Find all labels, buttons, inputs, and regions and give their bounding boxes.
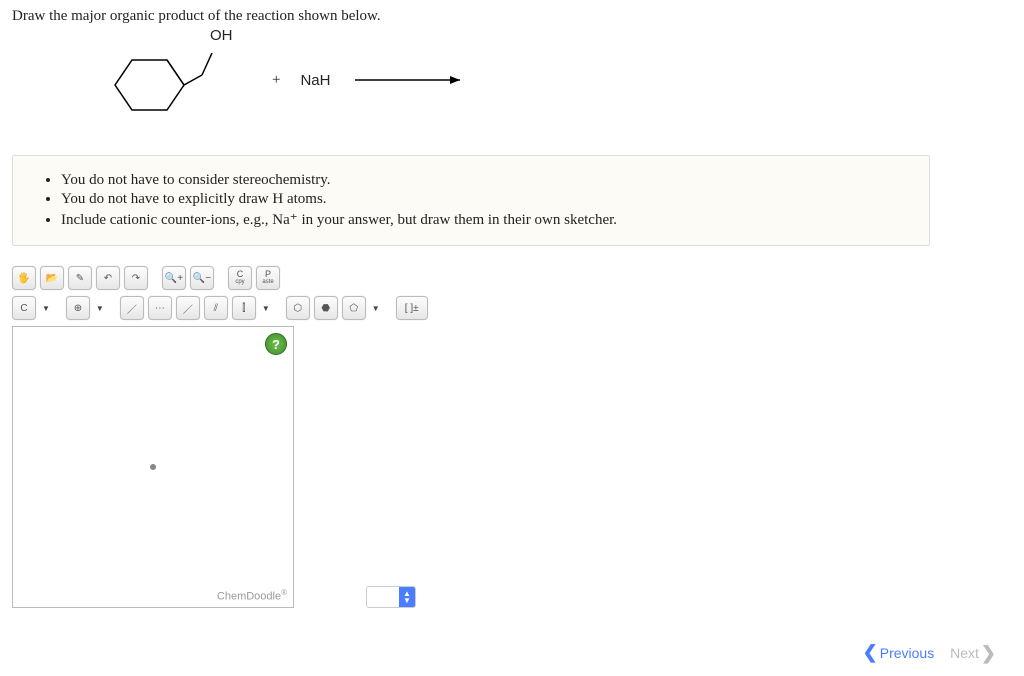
wavy-icon: ⫿ [242, 303, 245, 314]
stepper-arrows[interactable]: ▲ ▼ [399, 587, 415, 607]
drawing-canvas[interactable]: ? ChemDoodle® [12, 326, 294, 608]
single-bond-button[interactable]: ／ [120, 296, 144, 320]
bond-dropdown-caret[interactable]: ▼ [260, 304, 272, 313]
sketcher: 🖐 📂 ✎ ↶ ↷ 🔍+ 🔍− C cpy P aste C ▼ ⊕ ▼ ／ ⋯… [12, 266, 1012, 608]
stepper-input[interactable] [367, 587, 399, 607]
reaction-scheme: OH + NaH [102, 35, 1012, 125]
pentagon-ring-button[interactable]: ⬠ [342, 296, 366, 320]
chevron-down-icon: ▼ [403, 597, 411, 604]
wedge-icon: ／ [183, 301, 193, 316]
hand-tool-button[interactable]: 🖐 [12, 266, 36, 290]
instruction-item: You do not have to explicitly draw H ato… [61, 191, 911, 208]
zoom-in-icon: 🔍+ [165, 273, 183, 284]
wavy-bond-button[interactable]: ⫿ [232, 296, 256, 320]
paste-sub: aste [262, 278, 273, 286]
previous-button[interactable]: ❮ Previous [857, 638, 941, 667]
brackets-charge-button[interactable]: [ ]± [396, 296, 428, 320]
next-label: Next [950, 645, 979, 661]
instructions-panel: You do not have to consider stereochemis… [12, 155, 930, 246]
oh-label: OH [210, 27, 233, 44]
dash-bond-icon: ⋯ [155, 303, 165, 314]
hash-bond-button[interactable]: ⫽ [204, 296, 228, 320]
bond-icon: ／ [127, 301, 137, 316]
chemdoodle-brand: ChemDoodle® [217, 588, 287, 603]
copy-label: C [237, 270, 244, 278]
canvas-start-dot [150, 464, 156, 470]
hexagon-icon: ⬡ [293, 303, 302, 314]
hash-icon: ⫽ [214, 303, 218, 314]
pencil-icon: ✎ [76, 273, 84, 284]
previous-label: Previous [880, 645, 934, 661]
pentagon-icon: ⬠ [349, 303, 358, 314]
element-dropdown-caret[interactable]: ▼ [40, 304, 52, 313]
zoom-in-button[interactable]: 🔍+ [162, 266, 186, 290]
toolbar-top: 🖐 📂 ✎ ↶ ↷ 🔍+ 🔍− C cpy P aste [12, 266, 1012, 290]
charge-dropdown-caret[interactable]: ▼ [94, 304, 106, 313]
chevron-right-icon: ❯ [981, 643, 996, 664]
undo-icon: ↶ [104, 273, 112, 284]
instruction-item: You do not have to consider stereochemis… [61, 172, 911, 189]
plus-sign: + [272, 72, 280, 89]
wedge-bond-button[interactable]: ／ [176, 296, 200, 320]
open-tool-button[interactable]: 📂 [40, 266, 64, 290]
carbon-label: C [20, 303, 27, 314]
zoom-out-icon: 🔍− [193, 273, 211, 284]
ring-dropdown-caret[interactable]: ▼ [370, 304, 382, 313]
copy-button[interactable]: C cpy [228, 266, 252, 290]
charge-icon: ⊕ [74, 303, 82, 314]
paste-button[interactable]: P aste [256, 266, 280, 290]
benzene-icon: ⬣ [321, 303, 330, 314]
paste-label: P [265, 270, 271, 278]
sketcher-count-stepper[interactable]: ▲ ▼ [366, 586, 416, 608]
charge-button[interactable]: ⊕ [66, 296, 90, 320]
redo-icon: ↷ [132, 273, 140, 284]
benzene-ring-button[interactable]: ⬣ [314, 296, 338, 320]
copy-sub: cpy [235, 278, 244, 286]
undo-button[interactable]: ↶ [96, 266, 120, 290]
hexagon-ring-button[interactable]: ⬡ [286, 296, 310, 320]
nav-footer: ❮ Previous Next ❯ [12, 638, 1012, 668]
instruction-item: Include cationic counter-ions, e.g., Na⁺… [61, 210, 911, 229]
reaction-arrow [350, 70, 470, 90]
chevron-left-icon: ❮ [863, 642, 878, 663]
pencil-tool-button[interactable]: ✎ [68, 266, 92, 290]
toolbar-bottom: C ▼ ⊕ ▼ ／ ⋯ ／ ⫽ ⫿ ▼ ⬡ ⬣ ⬠ ▼ [ ]± [12, 296, 1012, 320]
folder-icon: 📂 [46, 273, 58, 284]
help-button[interactable]: ? [265, 333, 287, 355]
starting-material: OH [102, 35, 192, 125]
dashed-bond-button[interactable]: ⋯ [148, 296, 172, 320]
next-button[interactable]: Next ❯ [944, 639, 1002, 668]
hand-icon: 🖐 [18, 273, 30, 284]
reagent-label: NaH [300, 72, 330, 89]
zoom-out-button[interactable]: 🔍− [190, 266, 214, 290]
element-carbon-button[interactable]: C [12, 296, 36, 320]
question-prompt: Draw the major organic product of the re… [12, 8, 1012, 25]
redo-button[interactable]: ↷ [124, 266, 148, 290]
brackets-icon: [ ]± [405, 303, 419, 314]
